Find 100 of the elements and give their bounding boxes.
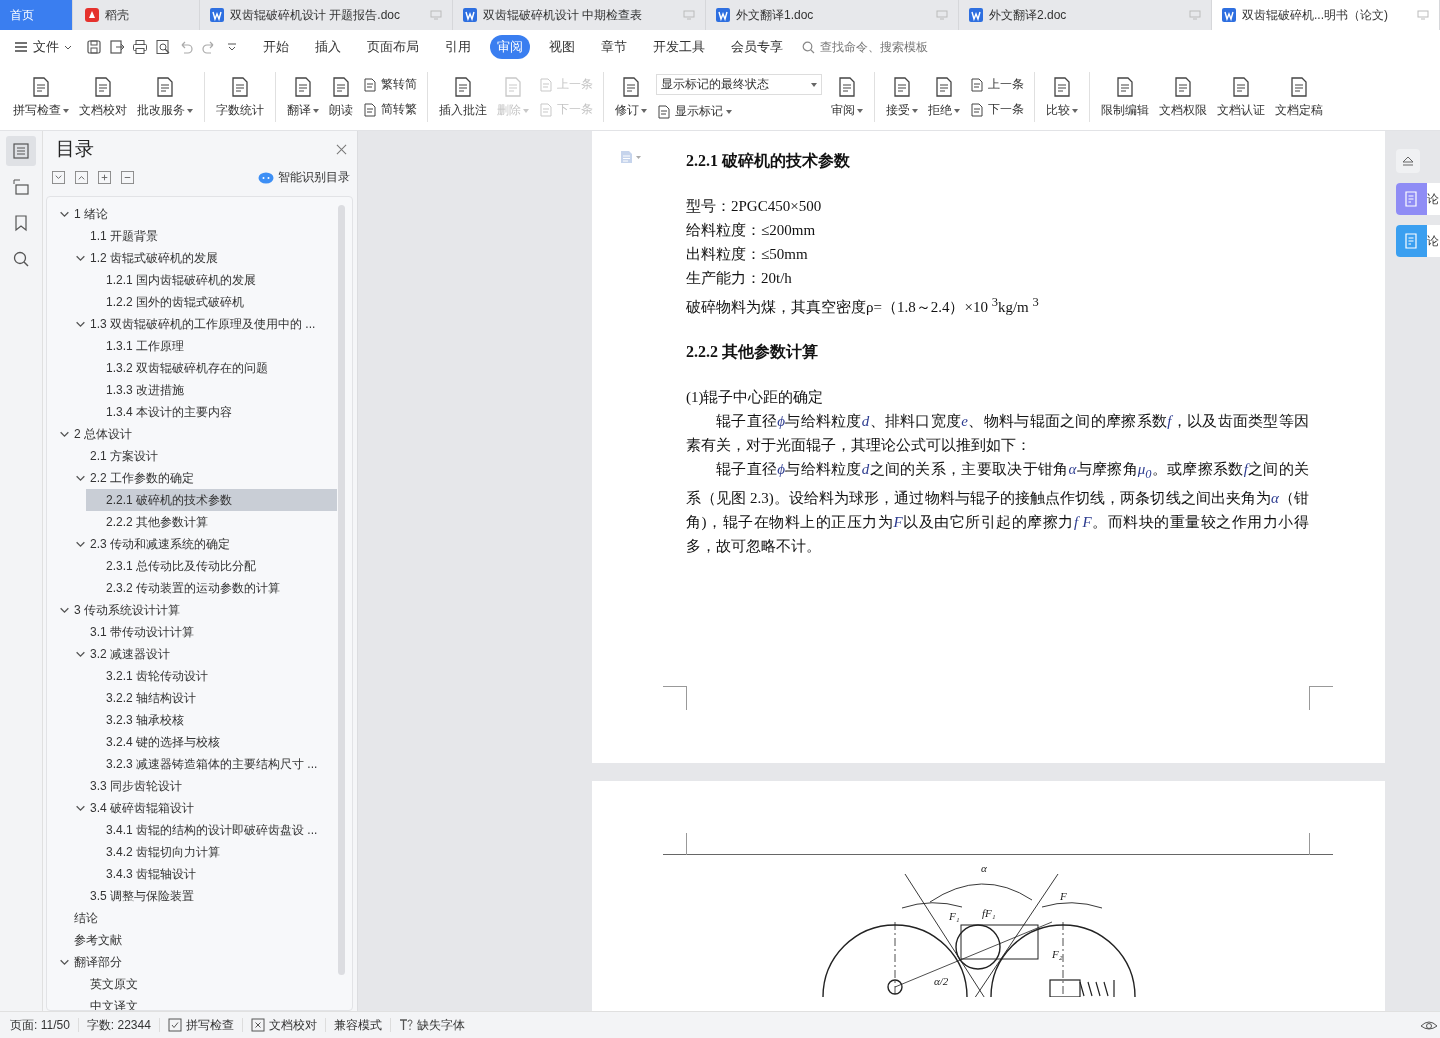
toc-item[interactable]: 2 总体设计: [54, 423, 337, 445]
ribbon-button[interactable]: 拒绝: [923, 73, 965, 121]
smart-toc-button[interactable]: 智能识别目录: [258, 169, 350, 186]
remove-level-icon[interactable]: [121, 171, 134, 184]
toc-item[interactable]: 1.2 齿辊式破碎机的发展: [70, 247, 337, 269]
toc-item[interactable]: 1.1 开题背景: [70, 225, 337, 247]
status-button[interactable]: 拼写检查: [159, 1018, 243, 1032]
file-menu[interactable]: 文件: [14, 38, 72, 56]
menu-tab[interactable]: 页面布局: [360, 35, 426, 59]
ribbon-button[interactable]: 接受: [881, 73, 923, 121]
ribbon-button[interactable]: 文档校对: [74, 73, 132, 121]
docer-logo-icon: [85, 8, 99, 22]
ribbon-button[interactable]: 简转繁: [362, 101, 417, 118]
export-icon[interactable]: [109, 39, 125, 55]
ribbon-button[interactable]: 拼写检查: [8, 73, 74, 121]
add-level-icon[interactable]: [98, 171, 111, 184]
markup-mode-dropdown[interactable]: 显示标记的最终状态: [656, 74, 822, 95]
menu-tab[interactable]: 视图: [542, 35, 582, 59]
toc-item[interactable]: 1.3 双齿辊破碎机的工作原理及使用中的 ...: [70, 313, 337, 335]
ribbon-button[interactable]: 文档定稿: [1270, 73, 1328, 121]
toc-item[interactable]: 3.4 破碎齿辊箱设计: [70, 797, 337, 819]
ribbon-button[interactable]: 显示标记: [656, 103, 822, 120]
print-preview-icon[interactable]: [155, 39, 171, 55]
figure-label: F: [1060, 890, 1067, 902]
toc-item[interactable]: 3.2.3 轴承校核: [86, 709, 337, 731]
toc-item[interactable]: 3.2.3 减速器铸造箱体的主要结构尺寸 ...: [86, 753, 337, 775]
toc-item[interactable]: 3.2 减速器设计: [70, 643, 337, 665]
ribbon-button[interactable]: 修订: [610, 73, 652, 121]
ribbon-button[interactable]: 翻译: [282, 73, 324, 121]
ribbon-button[interactable]: 比较: [1041, 73, 1083, 121]
side-panel-button[interactable]: 论: [1396, 183, 1440, 215]
section-heading: 2.2.2 其他参数计算: [686, 342, 819, 362]
ribbon-button[interactable]: 朗读: [324, 73, 358, 121]
toc-item[interactable]: 3.4.2 齿辊切向力计算: [86, 841, 337, 863]
caret-icon: [187, 108, 193, 113]
toc-item[interactable]: 1 绪论: [54, 203, 337, 225]
eye-icon[interactable]: [1420, 1018, 1438, 1032]
ribbon-button[interactable]: 下一条: [969, 101, 1024, 118]
ribbon-button[interactable]: 批改服务: [132, 73, 198, 121]
side-panel-button[interactable]: 论: [1396, 225, 1440, 257]
menu-tab[interactable]: 引用: [438, 35, 478, 59]
ribbon-button[interactable]: 繁转简: [362, 76, 417, 93]
toc-item[interactable]: 3.2.1 齿轮传动设计: [86, 665, 337, 687]
toc-item[interactable]: 2.2 工作参数的确定: [70, 467, 337, 489]
toc-item[interactable]: 2.3.1 总传动比及传动比分配: [86, 555, 337, 577]
status-button[interactable]: 文档校对: [242, 1018, 326, 1032]
document-tab[interactable]: 双齿辊破碎机...明书（论文): [1212, 0, 1440, 30]
toc-item[interactable]: 3.4.1 齿辊的结构的设计即破碎齿盘设 ...: [86, 819, 337, 841]
toc-item[interactable]: 3.1 带传动设计计算: [70, 621, 337, 643]
word-document-icon: [969, 8, 983, 22]
toc-item[interactable]: 2.3.2 传动装置的运动参数的计算: [86, 577, 337, 599]
toc-item[interactable]: 3 传动系统设计计算: [54, 599, 337, 621]
toc-item[interactable]: 1.3.4 本设计的主要内容: [86, 401, 337, 423]
toc-item[interactable]: 3.4.3 齿辊轴设计: [86, 863, 337, 885]
toc-item[interactable]: 翻译部分: [54, 951, 337, 973]
toc-item[interactable]: 2.1 方案设计: [70, 445, 337, 467]
menu-tab[interactable]: 插入: [308, 35, 348, 59]
body-text: 生产能力：20t/h: [686, 269, 793, 288]
menu-tab[interactable]: 章节: [594, 35, 634, 59]
scrollbar[interactable]: [338, 205, 345, 975]
command-search-field[interactable]: 查找命令、搜索模板: [802, 39, 962, 55]
toc-item[interactable]: 3.5 调整与保险装置: [70, 885, 337, 907]
toc-item[interactable]: 1.3.3 改进措施: [86, 379, 337, 401]
ribbon-button[interactable]: 文档权限: [1154, 73, 1212, 121]
ribbon-button[interactable]: 插入批注: [434, 73, 492, 121]
menu-tab[interactable]: 开发工具: [646, 35, 712, 59]
toc-item[interactable]: 1.2.2 国外的齿辊式破碎机: [86, 291, 337, 313]
caret-icon: [63, 108, 69, 113]
ribbon-button[interactable]: 限制编辑: [1096, 73, 1154, 121]
status-button[interactable]: 缺失字体: [390, 1018, 473, 1032]
toc-item[interactable]: 1.3.2 双齿辊破碎机存在的问题: [86, 357, 337, 379]
toc-item[interactable]: 1.2.1 国内齿辊破碎机的发展: [86, 269, 337, 291]
save-icon[interactable]: [86, 39, 102, 55]
toc-panel-button[interactable]: [6, 136, 36, 166]
menu-tab[interactable]: 开始: [256, 35, 296, 59]
caret-icon: [641, 108, 647, 113]
toc-item[interactable]: 1.3.1 工作原理: [86, 335, 337, 357]
ribbon-button[interactable]: 文档认证: [1212, 73, 1270, 121]
toc-item[interactable]: 3.2.4 键的选择与校核: [86, 731, 337, 753]
toc-item[interactable]: 英文原文: [70, 973, 337, 995]
toc-item[interactable]: 2.2.1 破碎机的技术参数: [86, 489, 337, 511]
toc-item[interactable]: 2.2.2 其他参数计算: [86, 511, 337, 533]
ribbon-button[interactable]: 上一条: [969, 76, 1024, 93]
toc-item[interactable]: 结论: [54, 907, 337, 929]
body-text: 出料粒度：≤50mm: [686, 245, 809, 264]
toc-item[interactable]: 3.2.2 轴结构设计: [86, 687, 337, 709]
toc-item[interactable]: 3.3 同步齿轮设计: [70, 775, 337, 797]
figure-label: α/2: [934, 975, 949, 987]
menu-tab[interactable]: 会员专享: [724, 35, 790, 59]
expand-all-icon[interactable]: [75, 171, 88, 184]
close-icon[interactable]: [336, 143, 347, 155]
ribbon-button[interactable]: 字数统计: [211, 73, 269, 121]
ribbon-button[interactable]: 审阅: [826, 73, 868, 121]
collapse-all-icon[interactable]: [52, 171, 65, 184]
toc-item[interactable]: 参考文献: [54, 929, 337, 951]
print-icon[interactable]: [132, 39, 148, 55]
caret-icon: [523, 108, 529, 113]
toc-item[interactable]: 2.3 传动和减速系统的确定: [70, 533, 337, 555]
menu-tab[interactable]: 审阅: [490, 35, 530, 59]
document-tab[interactable]: 首页: [0, 0, 73, 30]
